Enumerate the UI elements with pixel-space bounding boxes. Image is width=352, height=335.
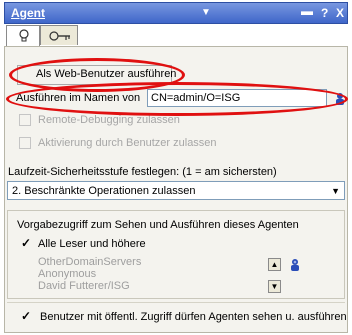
- list-scroll-down-button[interactable]: ▼: [268, 280, 281, 293]
- access-list-item: OtherDomainServers: [38, 256, 142, 268]
- titlebar-title[interactable]: Agent: [11, 6, 45, 20]
- default-access-label: Vorgabezugriff zum Sehen und Ausführen d…: [17, 219, 299, 231]
- tab-basics[interactable]: [6, 25, 40, 47]
- remote-debugging-checkbox[interactable]: [19, 114, 31, 126]
- help-icon[interactable]: ?: [321, 6, 328, 20]
- lightbulb-icon: [19, 29, 29, 42]
- security-level-select[interactable]: 2. Beschränkte Operationen zulassen ▼: [7, 181, 345, 200]
- minimize-icon[interactable]: ▬: [301, 4, 313, 18]
- security-level-label: Laufzeit-Sicherheitsstufe festlegen: (1 …: [8, 166, 277, 178]
- agent-titlebar: Agent ▼ ▬ ? X: [4, 2, 348, 24]
- enable-by-users-checkbox[interactable]: [19, 137, 31, 149]
- close-icon[interactable]: X: [336, 6, 344, 20]
- list-scroll-up-button[interactable]: ▲: [268, 258, 281, 271]
- people-picker-icon[interactable]: [289, 258, 301, 272]
- access-list-item: David Futterer/ISG: [38, 280, 130, 292]
- enable-by-users-label: Aktivierung durch Benutzer zulassen: [38, 137, 217, 149]
- titlebar-dropdown-icon[interactable]: ▼: [201, 7, 211, 18]
- security-level-value: 2. Beschränkte Operationen zulassen: [12, 185, 196, 197]
- public-access-checkbox[interactable]: ✓: [21, 309, 31, 323]
- tab-security[interactable]: [40, 25, 78, 45]
- all-readers-label: Alle Leser und höhere: [38, 238, 146, 250]
- highlight-circle-run-on-behalf: [6, 82, 348, 116]
- all-readers-checkbox[interactable]: ✓: [21, 236, 31, 250]
- key-icon: [49, 31, 70, 41]
- access-list-item: Anonymous: [38, 268, 97, 280]
- public-access-label: Benutzer mit öffentl. Zugriff dürfen Age…: [40, 311, 347, 323]
- chevron-down-icon: ▼: [331, 186, 340, 196]
